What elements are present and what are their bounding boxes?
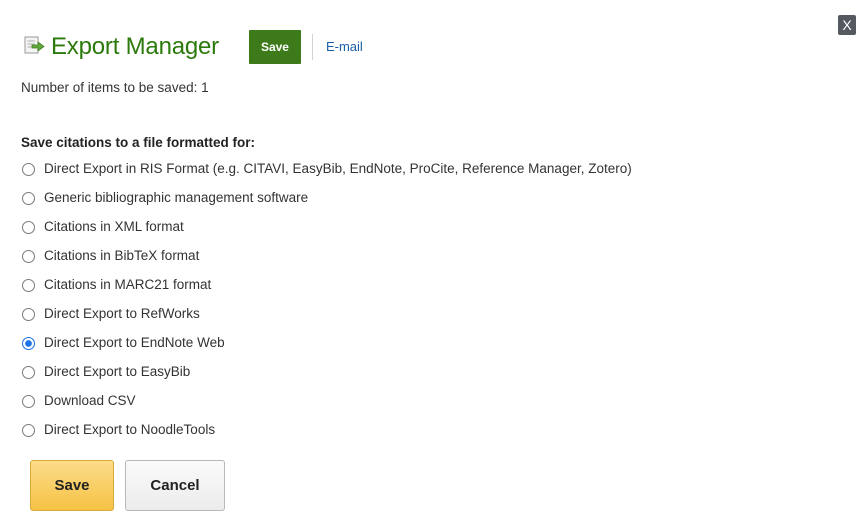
format-option-generic[interactable]: Generic bibliographic management softwar… <box>22 183 632 212</box>
close-button[interactable]: X <box>838 15 856 35</box>
radio-button[interactable] <box>22 395 35 408</box>
radio-button[interactable] <box>22 221 35 234</box>
dialog-header: Export Manager Save E-mail <box>23 30 363 64</box>
option-label: Direct Export in RIS Format (e.g. CITAVI… <box>44 161 632 176</box>
option-label: Direct Export to EndNote Web <box>44 335 225 350</box>
dialog-title: Export Manager <box>51 33 219 60</box>
radio-button[interactable] <box>22 279 35 292</box>
radio-button-selected[interactable] <box>22 337 35 350</box>
radio-button[interactable] <box>22 192 35 205</box>
option-label: Direct Export to RefWorks <box>44 306 200 321</box>
item-count-text: Number of items to be saved: 1 <box>21 80 209 95</box>
option-label: Direct Export to EasyBib <box>44 364 191 379</box>
option-label: Generic bibliographic management softwar… <box>44 190 309 205</box>
format-option-easybib[interactable]: Direct Export to EasyBib <box>22 357 632 386</box>
format-option-endnote-web[interactable]: Direct Export to EndNote Web <box>22 328 632 357</box>
header-save-button[interactable]: Save <box>248 30 301 64</box>
format-option-marc21[interactable]: Citations in MARC21 format <box>22 270 632 299</box>
format-option-refworks[interactable]: Direct Export to RefWorks <box>22 299 632 328</box>
format-option-noodletools[interactable]: Direct Export to NoodleTools <box>22 415 632 444</box>
save-button[interactable]: Save <box>30 460 114 511</box>
format-option-csv[interactable]: Download CSV <box>22 386 632 415</box>
option-label: Download CSV <box>44 393 136 408</box>
radio-button[interactable] <box>22 424 35 437</box>
format-option-xml[interactable]: Citations in XML format <box>22 212 632 241</box>
dialog-actions: Save Cancel <box>30 460 225 511</box>
header-divider <box>311 34 313 60</box>
format-option-ris[interactable]: Direct Export in RIS Format (e.g. CITAVI… <box>22 154 632 183</box>
cancel-button[interactable]: Cancel <box>125 460 225 511</box>
option-label: Direct Export to NoodleTools <box>44 422 216 437</box>
format-section-heading: Save citations to a file formatted for: <box>21 135 256 150</box>
radio-button[interactable] <box>22 308 35 321</box>
format-option-bibtex[interactable]: Citations in BibTeX format <box>22 241 632 270</box>
option-label: Citations in XML format <box>44 219 184 234</box>
email-link[interactable]: E-mail <box>326 37 363 57</box>
option-label: Citations in BibTeX format <box>44 248 200 263</box>
radio-button[interactable] <box>22 250 35 263</box>
radio-button[interactable] <box>22 366 35 379</box>
option-label: Citations in MARC21 format <box>44 277 212 292</box>
format-options-list: Direct Export in RIS Format (e.g. CITAVI… <box>22 154 632 444</box>
radio-button[interactable] <box>22 163 35 176</box>
export-document-arrow-icon <box>24 36 45 54</box>
